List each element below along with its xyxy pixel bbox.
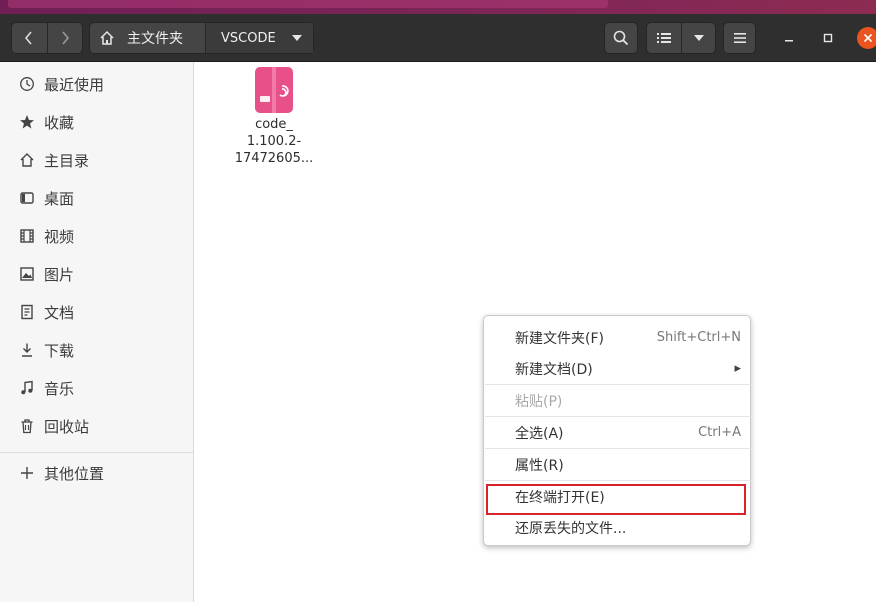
sidebar-item-label: 其他位置 [44,464,105,483]
maximize-icon [823,33,833,43]
path-current-label: VSCODE [221,30,276,46]
clock-icon [18,75,36,93]
view-toggle-group [646,22,716,54]
forward-button[interactable] [46,23,83,53]
menu-item-properties[interactable]: 属性(R) [484,449,750,480]
search-button[interactable] [604,22,638,54]
minimize-icon [785,40,793,42]
minimize-button[interactable] [779,28,799,48]
menu-item-restore-missing-files[interactable]: 还原丢失的文件... [484,512,750,543]
list-view-icon [657,33,672,43]
close-button[interactable] [857,27,876,49]
menu-item-new-folder[interactable]: 新建文件夹(F) Shift+Ctrl+N [484,322,750,353]
chevron-down-icon [693,35,704,41]
menu-item-new-document[interactable]: 新建文档(D) ▸ [484,353,750,384]
sidebar-item-label: 主目录 [44,151,90,170]
sidebar-item-other-locations[interactable]: 其他位置 [0,454,193,492]
main-menu-button[interactable] [723,22,756,54]
search-icon [613,30,629,46]
sidebar-item-label: 视频 [44,227,75,246]
window-edge-highlight [8,0,608,8]
deb-package-icon [255,67,293,113]
menu-item-paste[interactable]: 粘贴(P) [484,385,750,416]
home-icon [100,30,114,45]
submenu-arrow-icon: ▸ [734,361,741,376]
sidebar: 最近使用 收藏 主目录 桌面 视频 图片 文档 下载 音乐 回收站 其他位置 [0,62,194,602]
sidebar-item-starred[interactable]: 收藏 [0,103,193,141]
path-current-button[interactable]: VSCODE [205,23,313,53]
sidebar-item-documents[interactable]: 文档 [0,293,193,331]
star-icon [18,113,36,131]
hamburger-menu-icon [733,33,746,43]
chevron-right-icon [62,31,69,45]
music-icon [18,379,36,397]
sidebar-item-label: 桌面 [44,189,75,208]
video-icon [18,227,36,245]
sidebar-item-pictures[interactable]: 图片 [0,255,193,293]
list-view-button[interactable] [647,23,681,53]
document-icon [18,303,36,321]
path-home-label: 主文件夹 [127,31,183,47]
desktop-top-strip [0,0,876,14]
highlight-annotation-box [486,484,746,515]
menu-item-select-all[interactable]: 全选(A) Ctrl+A [484,417,750,448]
home-icon [18,151,36,169]
sidebar-item-music[interactable]: 音乐 [0,369,193,407]
navigation-buttons [11,22,83,54]
trash-icon [18,417,36,435]
back-button[interactable] [12,23,47,53]
sidebar-item-label: 文档 [44,303,75,322]
sidebar-item-label: 收藏 [44,113,75,132]
sidebar-item-desktop[interactable]: 桌面 [0,179,193,217]
chevron-left-icon [25,31,32,45]
sidebar-item-label: 音乐 [44,379,75,398]
maximize-button[interactable] [818,28,838,48]
sidebar-divider [0,452,193,453]
sidebar-item-trash[interactable]: 回收站 [0,407,193,445]
sidebar-item-downloads[interactable]: 下载 [0,331,193,369]
desktop-icon [18,189,36,207]
path-bar: 主文件夹 VSCODE [89,22,314,54]
file-item[interactable]: code_ 1.100.2- 17472605... [224,66,324,167]
close-icon [863,33,873,43]
file-name: code_ 1.100.2- 17472605... [234,117,314,166]
plus-icon [18,464,36,482]
view-options-button[interactable] [681,23,715,53]
sidebar-item-home[interactable]: 主目录 [0,141,193,179]
sidebar-item-label: 最近使用 [44,75,105,94]
sidebar-item-label: 下载 [44,341,75,360]
header-bar: 主文件夹 VSCODE [0,14,876,62]
sidebar-item-label: 回收站 [44,417,90,436]
image-icon [18,265,36,283]
sidebar-item-label: 图片 [44,265,75,284]
path-home-button[interactable]: 主文件夹 [90,23,205,53]
sidebar-item-videos[interactable]: 视频 [0,217,193,255]
sidebar-item-recent[interactable]: 最近使用 [0,65,193,103]
chevron-down-icon [291,35,302,41]
download-icon [18,341,36,359]
